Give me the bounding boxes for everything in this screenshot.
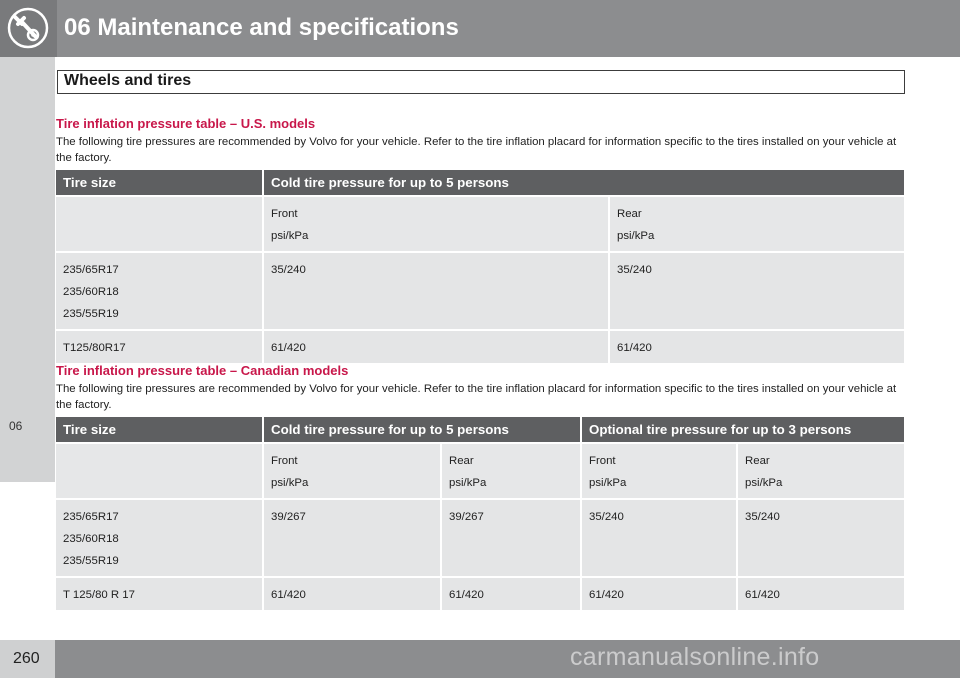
rear-label: Rear bbox=[617, 208, 642, 220]
table-header-row: Tire size Cold tire pressure for up to 5… bbox=[56, 170, 905, 197]
chapter-tab-label: 06 bbox=[9, 419, 23, 433]
table-cell: Front psi/kPa bbox=[263, 443, 442, 500]
unit-label: psi/kPa bbox=[745, 477, 783, 489]
table-cell: Front psi/kPa bbox=[263, 196, 610, 253]
front-pressure: 61/420 bbox=[263, 330, 610, 365]
table-subheader-row: Front psi/kPa Rear psi/kPa bbox=[56, 196, 905, 253]
column-header-cold-pressure: Cold tire pressure for up to 5 persons bbox=[263, 417, 583, 444]
chapter-icon-box bbox=[0, 0, 57, 57]
table-row: T 125/80 R 17 61/420 61/420 61/420 61/42… bbox=[56, 577, 905, 612]
rear-label: Rear bbox=[449, 455, 474, 467]
tire-size: 235/65R17 bbox=[63, 511, 119, 523]
tire-size: T125/80R17 bbox=[56, 330, 264, 365]
chapter-title: 06 Maintenance and specifications bbox=[64, 14, 459, 41]
tire-size: T 125/80 R 17 bbox=[56, 577, 264, 612]
table-row: T125/80R17 61/420 61/420 bbox=[56, 330, 905, 365]
tire-size: 235/55R19 bbox=[63, 555, 119, 567]
wrench-gear-icon bbox=[7, 7, 49, 49]
canada-table-heading: Tire inflation pressure table – Canadian… bbox=[56, 363, 349, 378]
watermark: carmanualsonline.info bbox=[570, 643, 820, 671]
rear-pressure: 61/420 bbox=[441, 577, 583, 612]
rear-pressure: 35/240 bbox=[609, 252, 905, 331]
table-cell: Rear psi/kPa bbox=[609, 196, 905, 253]
table-cell: Front psi/kPa bbox=[581, 443, 739, 500]
table-cell: 235/65R17 235/60R18 235/55R19 bbox=[56, 499, 264, 578]
canada-pressure-table: Tire size Cold tire pressure for up to 5… bbox=[56, 417, 905, 612]
rear-pressure: 39/267 bbox=[441, 499, 583, 578]
rail-spacer bbox=[0, 482, 55, 640]
table-row: 235/65R17 235/60R18 235/55R19 35/240 35/… bbox=[56, 252, 905, 331]
table-cell: 235/65R17 235/60R18 235/55R19 bbox=[56, 252, 264, 331]
table-row: 235/65R17 235/60R18 235/55R19 39/267 39/… bbox=[56, 499, 905, 578]
us-table-heading: Tire inflation pressure table – U.S. mod… bbox=[56, 116, 316, 131]
unit-label: psi/kPa bbox=[449, 477, 487, 489]
unit-label: psi/kPa bbox=[589, 477, 627, 489]
tire-size: 235/65R17 bbox=[63, 264, 119, 276]
column-header-tire-size: Tire size bbox=[56, 417, 264, 444]
front-pressure: 61/420 bbox=[263, 577, 442, 612]
front-label: Front bbox=[589, 455, 616, 467]
front-pressure: 39/267 bbox=[263, 499, 442, 578]
unit-label: psi/kPa bbox=[617, 230, 655, 242]
section-title-box: Wheels and tires bbox=[57, 70, 905, 94]
unit-label: psi/kPa bbox=[271, 477, 309, 489]
table-cell: Rear psi/kPa bbox=[737, 443, 905, 500]
table-subheader-row: Front psi/kPa Rear psi/kPa Front psi/kPa… bbox=[56, 443, 905, 500]
front-label: Front bbox=[271, 208, 298, 220]
page-number-box: 260 bbox=[0, 640, 55, 678]
table-cell: Rear psi/kPa bbox=[441, 443, 583, 500]
section-title: Wheels and tires bbox=[64, 72, 192, 89]
column-header-tire-size: Tire size bbox=[56, 170, 264, 197]
tire-size: 235/55R19 bbox=[63, 308, 119, 320]
chapter-header: 06 Maintenance and specifications bbox=[0, 0, 960, 57]
optional-front-pressure: 61/420 bbox=[581, 577, 739, 612]
tire-size: 235/60R18 bbox=[63, 286, 119, 298]
unit-label: psi/kPa bbox=[271, 230, 309, 242]
table-cell bbox=[56, 443, 264, 500]
us-table-description: The following tire pressures are recomme… bbox=[56, 136, 897, 164]
canada-table-description: The following tire pressures are recomme… bbox=[56, 383, 897, 411]
table-cell bbox=[56, 196, 264, 253]
rear-label: Rear bbox=[745, 455, 770, 467]
front-pressure: 35/240 bbox=[263, 252, 610, 331]
column-header-optional-pressure: Optional tire pressure for up to 3 perso… bbox=[581, 417, 905, 444]
page-number: 260 bbox=[13, 650, 40, 667]
column-header-cold-pressure: Cold tire pressure for up to 5 persons bbox=[263, 170, 905, 197]
us-pressure-table: Tire size Cold tire pressure for up to 5… bbox=[56, 170, 905, 365]
optional-rear-pressure: 61/420 bbox=[737, 577, 905, 612]
front-label: Front bbox=[271, 455, 298, 467]
tire-size: 235/60R18 bbox=[63, 533, 119, 545]
optional-rear-pressure: 35/240 bbox=[737, 499, 905, 578]
optional-front-pressure: 35/240 bbox=[581, 499, 739, 578]
rear-pressure: 61/420 bbox=[609, 330, 905, 365]
table-header-row: Tire size Cold tire pressure for up to 5… bbox=[56, 417, 905, 444]
